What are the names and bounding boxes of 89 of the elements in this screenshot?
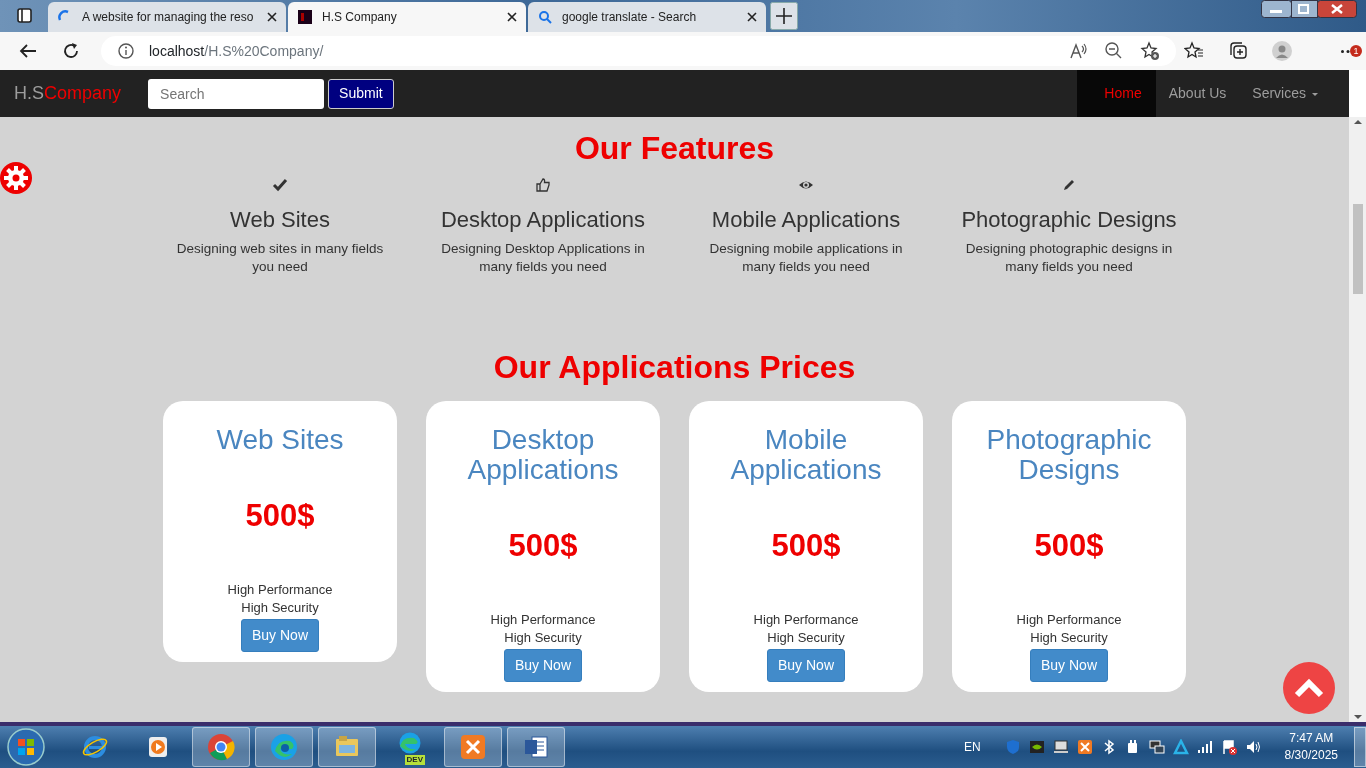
price: 500$ xyxy=(507,526,579,565)
thumbs-up-icon xyxy=(535,177,551,194)
network-icon[interactable] xyxy=(1148,739,1165,755)
xampp-icon[interactable] xyxy=(459,733,487,761)
close-icon[interactable] xyxy=(506,11,518,23)
xampp-icon[interactable] xyxy=(1076,739,1093,755)
language-indicator[interactable]: EN xyxy=(963,738,981,756)
browser-tab[interactable]: google translate - Search xyxy=(528,2,766,32)
chrome-icon[interactable] xyxy=(207,733,235,761)
taskbar-button[interactable] xyxy=(255,727,313,767)
feature-line: High Security xyxy=(1029,629,1109,648)
feature-line: High Security xyxy=(766,629,846,648)
favicon-icon xyxy=(296,8,314,26)
monitor-icon[interactable] xyxy=(1052,739,1069,755)
scroll-to-top-button[interactable] xyxy=(1283,662,1335,714)
taskbar-button[interactable] xyxy=(444,727,502,767)
notification-badge: 1 xyxy=(1350,45,1362,57)
section-title: Our Features xyxy=(573,129,776,168)
card-title: Photographic Designs xyxy=(985,424,1153,485)
info-icon[interactable] xyxy=(117,42,135,60)
buy-now-button[interactable]: Buy Now xyxy=(1030,649,1108,683)
collections-icon[interactable] xyxy=(1228,41,1248,61)
triangle-icon[interactable] xyxy=(1172,739,1189,755)
nav-link[interactable]: Home xyxy=(1077,70,1156,117)
price: 500$ xyxy=(1033,526,1105,565)
feature-title: Web Sites xyxy=(230,206,330,235)
edge-icon[interactable] xyxy=(270,733,298,761)
feature-line: High Performance xyxy=(226,581,334,600)
tab-title: A website for managing the reso xyxy=(82,9,255,26)
card-title: Desktop Applications xyxy=(466,424,620,485)
buy-now-button[interactable]: Buy Now xyxy=(241,619,319,653)
speaker-icon[interactable] xyxy=(1244,739,1261,755)
feature-title: Desktop Applications xyxy=(440,206,646,235)
check-icon xyxy=(272,177,288,194)
price: 500$ xyxy=(244,496,316,535)
scrollbar[interactable] xyxy=(1349,117,1366,722)
dev-badge: DEV xyxy=(404,755,425,765)
flag-icon[interactable] xyxy=(1220,739,1237,755)
word-icon[interactable] xyxy=(522,733,550,761)
profile-avatar-icon[interactable] xyxy=(1272,41,1292,61)
window-controls-drawing[interactable] xyxy=(1261,0,1357,18)
feature-description: Designing photographic designs in many fields you need xyxy=(964,240,1174,277)
card-title: Web Sites xyxy=(215,424,345,455)
tab-title: H.S Company xyxy=(322,9,398,26)
card-title: Mobile Applications xyxy=(729,424,883,485)
show-desktop-button[interactable] xyxy=(1354,727,1366,767)
taskbar-button[interactable] xyxy=(507,727,565,767)
scroll-up-icon[interactable] xyxy=(1352,117,1363,127)
signal-icon[interactable] xyxy=(1196,739,1213,755)
feature-title: Photographic Designs xyxy=(961,206,1177,235)
favorites-icon[interactable] xyxy=(1184,41,1204,61)
feature-line: High Performance xyxy=(489,611,597,630)
zoom-out-icon[interactable] xyxy=(1104,41,1124,61)
buy-now-button[interactable]: Buy Now xyxy=(504,649,582,683)
chip-icon[interactable] xyxy=(1028,739,1045,755)
close-icon[interactable] xyxy=(746,11,758,23)
tab-title: google translate - Search xyxy=(562,9,698,26)
feature-description: Designing Desktop Applications in many fields you need xyxy=(440,240,646,277)
buy-now-button[interactable]: Buy Now xyxy=(767,649,845,683)
feature-description: Designing web sites in many fields you need xyxy=(175,240,385,277)
submit-button[interactable]: Submit xyxy=(328,78,394,109)
browser-tab[interactable]: A website for managing the reso xyxy=(48,2,286,32)
nav-link[interactable]: About Us xyxy=(1155,70,1240,117)
search-icon xyxy=(536,8,554,26)
taskbar-button[interactable]: DEV xyxy=(381,727,439,767)
feature-line: High Performance xyxy=(1015,611,1123,630)
scroll-thumb[interactable] xyxy=(1352,204,1363,294)
price: 500$ xyxy=(770,526,842,565)
brand-logo[interactable]: H.SCompany xyxy=(14,80,122,107)
feature-line: High Performance xyxy=(752,611,860,630)
section-title: Our Applications Prices xyxy=(492,348,857,387)
read-aloud-icon[interactable] xyxy=(1068,41,1088,61)
close-icon[interactable] xyxy=(266,11,278,23)
address-field[interactable]: localhost/H.S%20Company/ xyxy=(149,40,324,62)
reload-icon[interactable] xyxy=(61,41,81,61)
feature-title: Mobile Applications xyxy=(711,206,901,235)
search-field[interactable]: Search xyxy=(148,78,325,109)
browser-e-icon[interactable] xyxy=(81,733,109,761)
feature-line: High Security xyxy=(503,629,583,648)
start-button[interactable] xyxy=(6,727,46,767)
feature-description: Designing mobile applications in many fields you need xyxy=(708,240,904,277)
settings-icon[interactable] xyxy=(0,162,32,194)
nav-link[interactable]: Services xyxy=(1239,70,1333,117)
favorite-add-icon[interactable] xyxy=(1140,41,1160,61)
new-tab-icon[interactable] xyxy=(770,2,798,30)
feature-line: High Security xyxy=(240,599,320,618)
browser-tab[interactable]: H.S Company xyxy=(288,2,526,32)
chevron-up-icon xyxy=(1294,677,1324,699)
clock[interactable]: 7:47 AM 8/30/2025 xyxy=(1284,730,1338,764)
